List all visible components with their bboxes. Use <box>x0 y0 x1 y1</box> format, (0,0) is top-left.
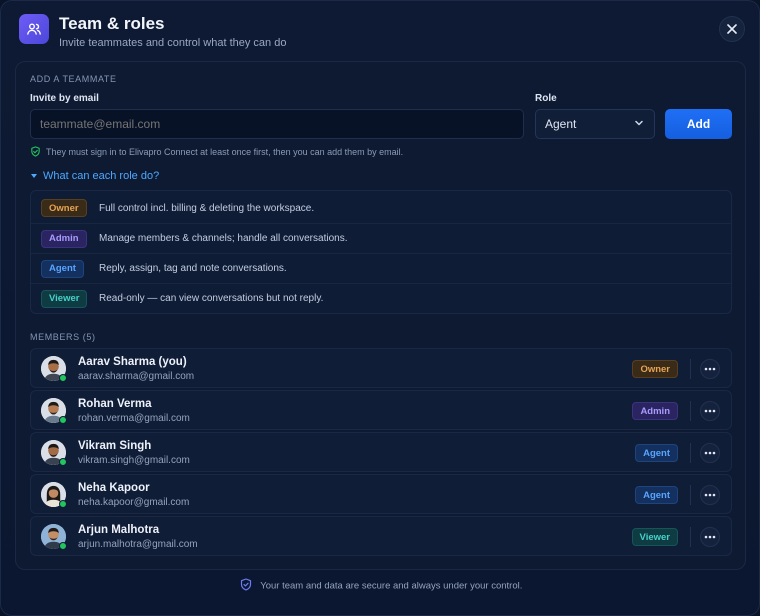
member-role-badge[interactable]: Agent <box>635 486 678 504</box>
member-row: Aarav Sharma (you) aarav.sharma@gmail.co… <box>30 348 732 388</box>
role-select[interactable]: Agent <box>535 109 655 139</box>
role-row-viewer: Viewer Read-only — can view conversation… <box>31 283 731 313</box>
invite-hint-text: They must sign in to Elivapro Connect at… <box>46 146 404 157</box>
team-roles-dialog: Team & roles Invite teammates and contro… <box>0 0 760 616</box>
dialog-footer: Your team and data are secure and always… <box>1 578 760 594</box>
online-status-dot <box>59 416 67 424</box>
team-panel: ADD A TEAMMATE Invite by email Role Agen… <box>15 61 746 570</box>
shield-check-icon <box>31 146 40 157</box>
caret-down-icon <box>31 174 37 178</box>
roles-toggle-label: What can each role do? <box>43 170 160 182</box>
online-status-dot <box>59 500 67 508</box>
role-desc-owner: Full control incl. billing & deleting th… <box>99 202 315 214</box>
online-status-dot <box>59 374 67 382</box>
role-field-label: Role <box>535 93 557 104</box>
member-email: neha.kapoor@gmail.com <box>78 497 190 508</box>
member-email: rohan.verma@gmail.com <box>78 413 190 424</box>
more-horizontal-icon <box>704 493 716 497</box>
role-desc-agent: Reply, assign, tag and note conversation… <box>99 263 287 274</box>
row-divider <box>690 527 691 547</box>
member-role-badge[interactable]: Admin <box>632 402 678 420</box>
online-status-dot <box>59 458 67 466</box>
more-horizontal-icon <box>704 535 716 539</box>
member-email: aarav.sharma@gmail.com <box>78 371 195 382</box>
row-divider <box>690 359 691 379</box>
more-options-button[interactable] <box>700 485 720 505</box>
role-desc-admin: Manage members & channels; handle all co… <box>99 233 348 244</box>
member-name: Neha Kapoor <box>78 482 150 494</box>
roles-list: Owner Full control incl. billing & delet… <box>30 190 732 314</box>
member-role-badge[interactable]: Agent <box>635 444 678 462</box>
role-row-admin: Admin Manage members & channels; handle … <box>31 223 731 253</box>
row-divider <box>690 443 691 463</box>
more-options-button[interactable] <box>700 527 720 547</box>
member-row: Rohan Verma rohan.verma@gmail.com Admin <box>30 390 732 430</box>
more-horizontal-icon <box>704 367 716 371</box>
role-desc-viewer: Read-only — can view conversations but n… <box>99 293 324 304</box>
email-field[interactable] <box>30 109 524 139</box>
role-badge-owner: Owner <box>41 199 87 217</box>
member-name: Rohan Verma <box>78 398 152 410</box>
online-status-dot <box>59 542 67 550</box>
member-email: arjun.malhotra@gmail.com <box>78 539 198 550</box>
member-name: Vikram Singh <box>78 440 152 452</box>
member-name: Arjun Malhotra <box>78 524 160 536</box>
role-badge-viewer: Viewer <box>41 289 88 308</box>
role-row-agent: Agent Reply, assign, tag and note conver… <box>31 253 731 283</box>
member-role-badge[interactable]: Owner <box>632 360 678 378</box>
more-options-button[interactable] <box>700 443 720 463</box>
dialog-title: Team & roles <box>59 14 165 33</box>
member-role-badge[interactable]: Viewer <box>631 528 678 546</box>
add-teammate-label: ADD A TEAMMATE <box>30 74 117 84</box>
role-row-owner: Owner Full control incl. billing & delet… <box>31 193 731 223</box>
member-row: Vikram Singh vikram.singh@gmail.com Agen… <box>30 432 732 472</box>
role-select-value: Agent <box>545 117 577 131</box>
more-horizontal-icon <box>704 409 716 413</box>
close-icon <box>727 24 737 34</box>
members-label: MEMBERS (5) <box>30 332 96 342</box>
row-divider <box>690 401 691 421</box>
close-button[interactable] <box>719 16 745 42</box>
role-badge-agent: Agent <box>41 259 84 278</box>
more-options-button[interactable] <box>700 401 720 421</box>
footer-text: Your team and data are secure and always… <box>260 580 523 592</box>
dialog-subtitle: Invite teammates and control what they c… <box>59 37 287 49</box>
invite-hint: They must sign in to Elivapro Connect at… <box>30 146 403 157</box>
more-horizontal-icon <box>704 451 716 455</box>
add-button[interactable]: Add <box>665 109 732 139</box>
shield-icon <box>240 578 252 594</box>
member-row: Arjun Malhotra arjun.malhotra@gmail.com … <box>30 516 732 556</box>
roles-toggle[interactable]: What can each role do? <box>30 170 159 182</box>
member-email: vikram.singh@gmail.com <box>78 455 190 466</box>
member-name: Aarav Sharma (you) <box>78 356 187 368</box>
row-divider <box>690 485 691 505</box>
dialog-header: Team & roles Invite teammates and contro… <box>19 13 745 53</box>
chevron-down-icon <box>635 120 643 126</box>
email-field-label: Invite by email <box>30 93 99 104</box>
member-row: Neha Kapoor neha.kapoor@gmail.com Agent <box>30 474 732 514</box>
more-options-button[interactable] <box>700 359 720 379</box>
users-icon <box>19 14 49 44</box>
role-badge-admin: Admin <box>41 229 87 248</box>
